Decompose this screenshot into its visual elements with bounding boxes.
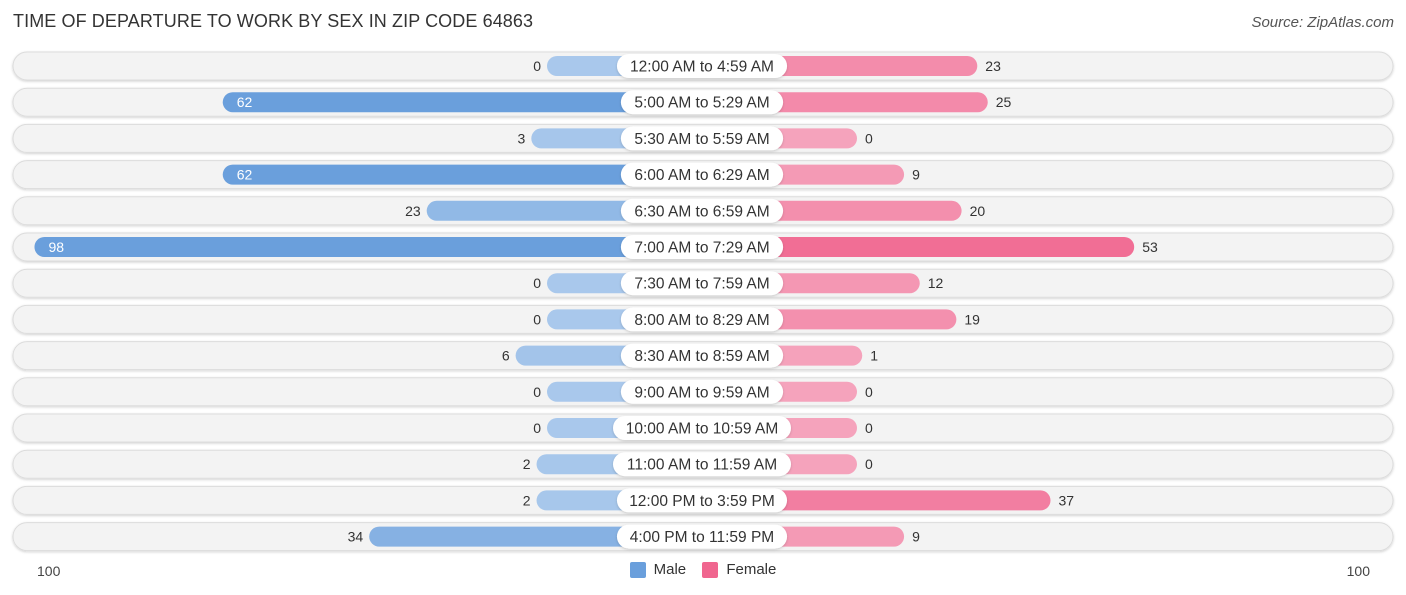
legend-label-male: Male [653, 561, 687, 578]
category-label: 7:00 AM to 7:29 AM [634, 240, 769, 257]
chart-row: 62 9 6:00 AM to 6:29 AM [12, 160, 1394, 190]
category-label: 6:30 AM to 6:59 AM [634, 203, 769, 220]
value-label-male: 0 [533, 420, 541, 436]
value-label-female: 9 [912, 529, 920, 545]
chart-row: 0 12 7:30 AM to 7:59 AM [12, 268, 1394, 298]
value-label-female: 0 [865, 420, 873, 436]
value-label-female: 0 [865, 384, 873, 400]
chart-row: 34 9 4:00 PM to 11:59 PM [12, 522, 1394, 552]
chart-row: 0 0 9:00 AM to 9:59 AM [12, 377, 1394, 407]
value-label-male: 0 [533, 311, 541, 327]
value-label-male: 23 [405, 203, 421, 219]
value-label-female: 19 [964, 311, 980, 327]
legend-label-female: Female [726, 561, 777, 578]
legend-item-male: Male [629, 561, 687, 578]
chart-row: 0 23 12:00 AM to 4:59 AM [12, 51, 1394, 81]
chart-row: 6 1 8:30 AM to 8:59 AM [12, 341, 1394, 371]
value-label-female: 23 [985, 58, 1001, 74]
category-label: 5:00 AM to 5:29 AM [634, 95, 769, 112]
value-label-female: 53 [1142, 239, 1158, 255]
value-label-female: 20 [970, 203, 986, 219]
value-label-male: 62 [237, 94, 253, 110]
chart-row: 2 0 11:00 AM to 11:59 AM [12, 449, 1394, 479]
category-label: 9:00 AM to 9:59 AM [634, 384, 769, 401]
value-label-male: 98 [48, 239, 64, 255]
category-label: 8:00 AM to 8:29 AM [634, 312, 769, 329]
category-label: 7:30 AM to 7:59 AM [634, 276, 769, 293]
category-label: 4:00 PM to 11:59 PM [630, 529, 774, 546]
value-label-male: 6 [502, 348, 510, 364]
category-label: 11:00 AM to 11:59 AM [627, 457, 777, 474]
bar-male [34, 237, 702, 257]
legend-swatch-male [629, 561, 646, 578]
value-label-female: 0 [865, 130, 873, 146]
value-label-female: 37 [1059, 492, 1075, 508]
chart-row: 98 53 7:00 AM to 7:29 AM [12, 232, 1394, 262]
legend-item-female: Female [702, 561, 776, 578]
category-label: 8:30 AM to 8:59 AM [634, 348, 769, 365]
value-label-male: 0 [533, 384, 541, 400]
category-label: 10:00 AM to 10:59 AM [626, 421, 779, 438]
chart-row: 62 25 5:00 AM to 5:29 AM [12, 87, 1394, 117]
chart-row: 3 0 5:30 AM to 5:59 AM [12, 123, 1394, 153]
value-label-male: 0 [533, 275, 541, 291]
value-label-male: 2 [523, 456, 531, 472]
category-label: 12:00 AM to 4:59 AM [630, 59, 774, 76]
category-label: 5:30 AM to 5:59 AM [634, 131, 769, 148]
value-label-male: 62 [237, 167, 253, 183]
chart-row: 0 19 8:00 AM to 8:29 AM [12, 304, 1394, 334]
value-label-female: 25 [996, 94, 1012, 110]
category-label: 12:00 PM to 3:59 PM [629, 493, 775, 510]
chart-row: 23 20 6:30 AM to 6:59 AM [12, 196, 1394, 226]
value-label-female: 9 [912, 167, 920, 183]
value-label-female: 1 [870, 348, 878, 364]
value-label-male: 34 [348, 529, 364, 545]
legend-swatch-female [702, 561, 719, 578]
value-label-male: 3 [518, 130, 526, 146]
value-label-female: 0 [865, 456, 873, 472]
chart-row: 2 37 12:00 PM to 3:59 PM [12, 485, 1394, 515]
chart-area: 0 2312:00 AM to 4:59 AM62 255:00 AM to 5:2… [12, 51, 1394, 552]
category-label: 6:00 AM to 6:29 AM [634, 167, 769, 184]
value-label-male: 0 [533, 58, 541, 74]
chart-row: 0 0 10:00 AM to 10:59 AM [12, 413, 1394, 443]
value-label-male: 2 [523, 492, 531, 508]
value-label-female: 12 [928, 275, 944, 291]
legend: Male Female [0, 561, 1406, 582]
